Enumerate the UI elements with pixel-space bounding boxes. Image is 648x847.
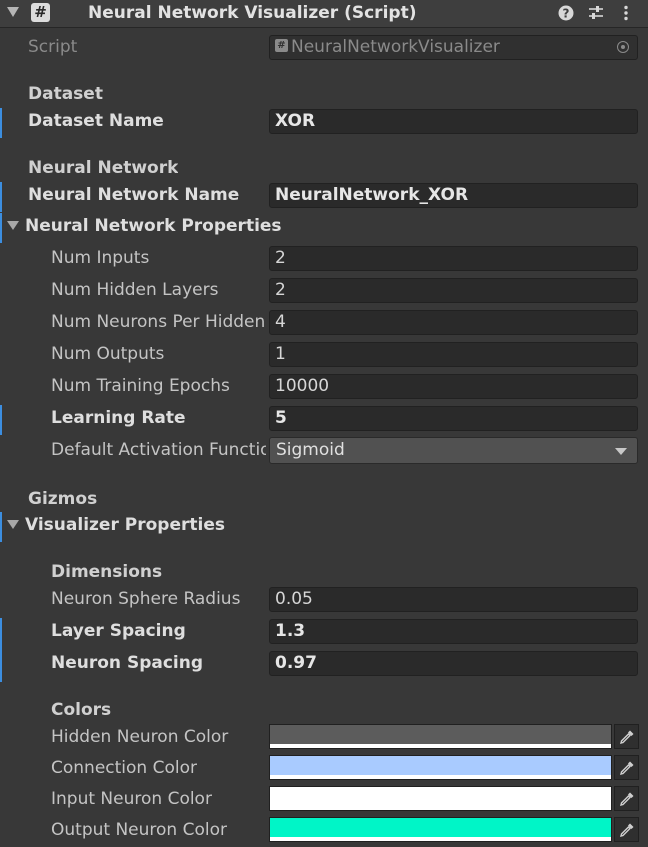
alpha-bar [270,837,611,841]
hidden-neuron-color-label: Hidden Neuron Color [51,727,229,747]
dataset-name-label: Dataset Name [28,111,164,131]
input-neuron-color-swatch[interactable] [269,786,612,811]
eyedropper-icon [620,761,634,775]
color-fill [270,818,611,837]
override-marker [0,108,2,138]
neuron-spacing-input[interactable]: 0.97 [269,651,638,676]
eyedropper-icon [620,730,634,744]
num-hidden-layers-label: Num Hidden Layers [51,280,219,300]
dimensions-section-header: Dimensions [51,562,163,582]
alpha-bar [270,744,611,748]
learning-rate-label: Learning Rate [51,408,186,428]
foldout-arrow-icon[interactable] [7,7,19,17]
connection-color-label: Connection Color [51,758,197,778]
override-marker [0,405,2,435]
hidden-neuron-color-swatch[interactable] [269,724,612,749]
alpha-bar [270,806,611,810]
script-field[interactable]: # NeuralNetworkVisualizer [269,35,638,60]
output-neuron-color-swatch[interactable] [269,817,612,842]
num-inputs-input[interactable]: 2 [269,246,638,271]
object-picker-icon[interactable] [617,41,629,53]
neural-network-name-label: Neural Network Name [28,185,240,205]
color-fill [270,756,611,775]
script-value: NeuralNetworkVisualizer [291,37,500,57]
input-neuron-color-label: Input Neuron Color [51,789,212,809]
num-outputs-input[interactable]: 1 [269,342,638,367]
default-activation-function-dropdown[interactable]: Sigmoid [269,437,638,464]
preset-sliders-icon[interactable] [587,4,605,22]
eyedropper-icon [620,823,634,837]
eyedropper-button[interactable] [614,786,639,811]
neural-network-properties-foldout[interactable]: Neural Network Properties [25,216,282,236]
colors-section-header: Colors [51,700,112,720]
component-header[interactable]: # Neural Network Visualizer (Script) ? [0,0,648,28]
num-training-epochs-input[interactable]: 10000 [269,374,638,399]
num-training-epochs-label: Num Training Epochs [51,376,230,396]
color-fill [270,787,611,806]
gizmos-section-header: Gizmos [28,489,98,509]
script-file-icon: # [275,38,288,52]
foldout-arrow-icon[interactable] [7,221,19,230]
visualizer-properties-foldout[interactable]: Visualizer Properties [25,515,225,535]
dataset-section-header: Dataset [28,84,103,104]
svg-text:?: ? [563,7,570,21]
neuron-sphere-radius-input[interactable]: 0.05 [269,587,638,612]
eyedropper-button[interactable] [614,817,639,842]
csharp-script-icon: # [31,3,50,22]
eyedropper-button[interactable] [614,724,639,749]
help-icon[interactable]: ? [557,4,575,22]
dataset-name-input[interactable]: XOR [269,109,638,134]
eyedropper-icon [620,792,634,806]
neural-network-name-input[interactable]: NeuralNetwork_XOR [269,183,638,208]
neural-network-section-header: Neural Network [28,158,179,178]
num-outputs-label: Num Outputs [51,344,165,364]
override-marker [0,618,2,682]
color-fill [270,725,611,744]
component-title: Neural Network Visualizer (Script) [88,3,417,23]
override-marker [0,182,2,212]
dropdown-arrow-icon [615,448,627,455]
num-inputs-label: Num Inputs [51,248,150,268]
layer-spacing-input[interactable]: 1.3 [269,619,638,644]
output-neuron-color-label: Output Neuron Color [51,820,227,840]
num-neurons-per-hidden-layer-input[interactable]: 4 [269,310,638,335]
learning-rate-input[interactable]: 5 [269,406,638,431]
num-neurons-per-hidden-layer-label: Num Neurons Per Hidden Layer [51,312,266,332]
kebab-menu-icon[interactable] [617,4,635,22]
script-label: Script [28,37,78,57]
eyedropper-button[interactable] [614,755,639,780]
override-marker [0,512,2,542]
override-marker [0,213,2,243]
num-hidden-layers-input[interactable]: 2 [269,278,638,303]
foldout-arrow-icon[interactable] [7,520,19,529]
default-activation-function-label: Default Activation Function [51,440,266,460]
layer-spacing-label: Layer Spacing [51,621,186,641]
connection-color-swatch[interactable] [269,755,612,780]
neuron-sphere-radius-label: Neuron Sphere Radius [51,589,241,609]
alpha-bar [270,775,611,779]
neuron-spacing-label: Neuron Spacing [51,653,204,673]
activation-selected-value: Sigmoid [276,440,345,460]
